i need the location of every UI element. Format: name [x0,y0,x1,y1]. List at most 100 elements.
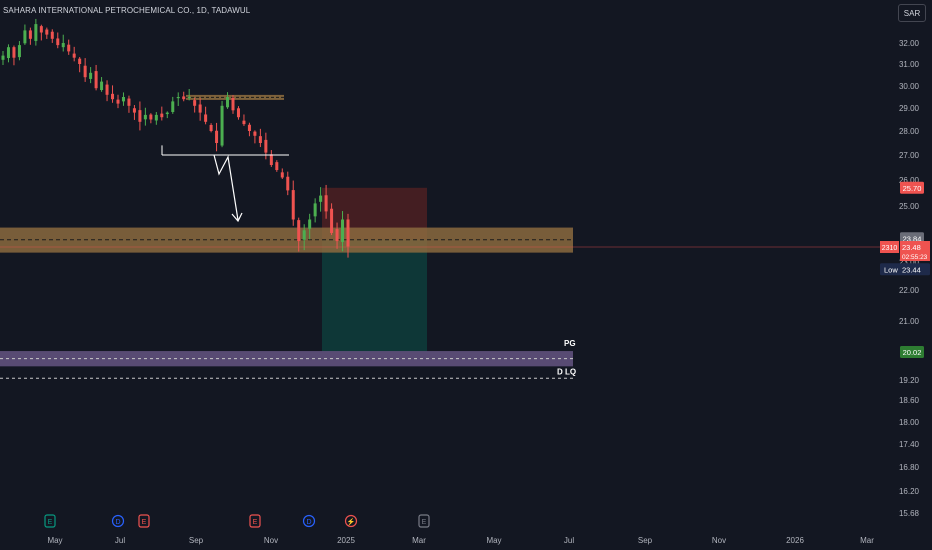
candle [45,29,49,35]
candle [17,45,21,58]
time-tick-label: 2026 [786,536,804,545]
stop-price-tag: 25.70 [900,181,924,194]
event-marker[interactable]: E [44,514,56,528]
candle [247,124,251,131]
price-tick-label: 16.20 [899,487,920,496]
candle [319,195,323,202]
candle [138,110,142,122]
chart-canvas[interactable]: PGD LQ 32.0031.0030.0029.0028.0027.0026.… [0,0,932,550]
candle [176,97,180,99]
event-marker[interactable]: ⚡ [344,514,358,528]
price-tick-label: 32.00 [899,39,920,48]
price-tick-label: 18.60 [899,396,920,405]
candle [149,114,153,120]
candle [209,124,213,131]
candles-layer [1,18,350,258]
price-tick-label: 29.00 [899,104,920,113]
candle [193,100,197,106]
candle [242,120,246,125]
candle [72,53,76,58]
pg-price-tag: 20.02 [900,346,924,358]
candle [187,97,191,98]
price-tick-label: 16.80 [899,463,920,472]
candle [236,108,240,118]
time-tick-label: Mar [860,536,874,545]
event-letter: E [142,519,147,526]
price-tick-label: 30.00 [899,82,920,91]
resistance-zone [186,94,284,100]
candle [28,30,32,39]
event-marker[interactable]: E [249,514,261,528]
stop-price-tag-text: 25.70 [903,184,922,193]
event-marker[interactable]: D [111,514,125,528]
candle [269,154,273,165]
candle [83,65,87,78]
candle [297,220,301,242]
candle [165,112,169,115]
price-tick-label: 28.00 [899,127,920,136]
volume-tag-text: 2310 [882,245,898,252]
price-tick-label: 15.68 [899,509,920,518]
candle [160,113,164,118]
candle [346,219,350,247]
projection-arrow [213,154,239,221]
countdown-text: 02:55:23 [902,254,928,261]
symbol-title: SAHARA INTERNATIONAL PETROCHEMICAL CO., … [3,6,251,15]
last-price-text: 23.48 [902,243,921,252]
candle [182,96,186,100]
candle [39,26,43,33]
event-letter: E [48,519,53,526]
dlq-label: D LQ [557,367,576,376]
candle [154,114,158,121]
pg-label: PG [564,339,576,348]
time-tick-label: Nov [712,536,726,545]
candle [204,114,208,122]
candle [286,176,290,191]
time-tick-label: 2025 [337,536,355,545]
candle [258,136,262,143]
price-axis[interactable]: 32.0031.0030.0029.0028.0027.0026.0025.00… [899,39,920,518]
event-marker[interactable]: E [138,514,150,528]
time-tick-label: May [486,536,501,545]
pg-price-tag-text: 20.02 [903,348,922,357]
time-axis[interactable]: May Jul Sep Nov 2025 Mar May Jul Sep Nov 2026 Mar [47,536,874,545]
candle [280,172,284,178]
price-tick-label: 22.00 [899,286,920,295]
candle [330,208,334,233]
candle [50,31,54,39]
candle [78,58,82,64]
currency-button[interactable]: SAR [898,4,926,22]
candle [23,30,27,44]
low-tag-value: 23.44 [902,265,921,274]
candle [116,99,120,104]
price-tick-label: 25.00 [899,202,920,211]
candle [143,114,147,120]
candle [89,72,93,79]
time-tick-label: Sep [189,536,204,545]
event-marker[interactable]: D [302,514,316,528]
event-letter: D [306,519,311,526]
candle [253,131,257,136]
candle [105,84,109,95]
candle [231,97,235,111]
candle [308,219,312,229]
event-marker[interactable]: E [418,514,430,528]
price-tick-label: 27.00 [899,151,920,160]
candle [335,229,339,242]
candle [67,44,71,52]
candle [100,81,104,91]
candle [6,47,10,59]
candle [61,43,65,48]
candle [121,97,125,102]
candle [341,219,345,242]
candle [226,97,230,108]
candle [275,162,279,170]
time-tick-label: Mar [412,536,426,545]
zones-layer: PG D LQ [0,94,576,379]
candle [215,130,219,143]
price-tick-label: 21.00 [899,317,920,326]
price-tick-label: 18.00 [899,418,920,427]
time-tick-label: Jul [564,536,574,545]
time-tick-label: May [47,536,62,545]
candle [291,190,295,220]
